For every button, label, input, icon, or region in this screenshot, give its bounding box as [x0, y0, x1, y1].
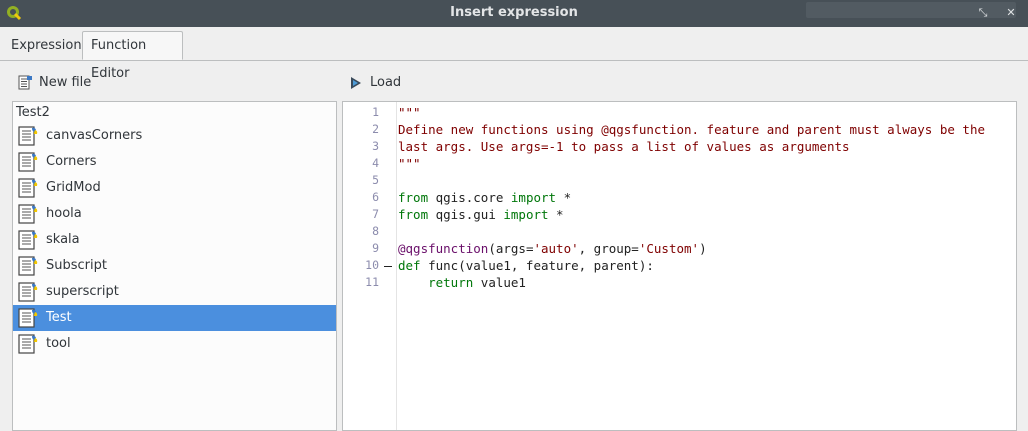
python-file-icon: [18, 334, 40, 355]
code-line[interactable]: """: [398, 156, 421, 171]
list-item-label: tool: [46, 336, 71, 351]
code-line[interactable]: @qgsfunction(args='auto', group='Custom'…: [398, 241, 707, 256]
list-item[interactable]: canvasCorners: [13, 123, 336, 149]
title-bar: Insert expression ⤡ ✕: [0, 0, 1028, 27]
function-file-list[interactable]: Test2 canvasCorners Corners GridMod hoola sk…: [12, 101, 337, 431]
load-icon: [351, 77, 361, 89]
load-label: Load: [370, 75, 402, 90]
list-item-label: Corners: [46, 154, 97, 169]
list-item-label: GridMod: [46, 180, 101, 195]
list-item[interactable]: Test: [13, 305, 336, 331]
list-item-label: hoola: [46, 206, 82, 221]
code-line[interactable]: return value1: [398, 275, 526, 290]
line-number: 3: [372, 139, 379, 153]
restore-icon[interactable]: ⤡: [976, 6, 990, 20]
code-line[interactable]: """: [398, 105, 421, 120]
list-item[interactable]: GridMod: [13, 175, 336, 201]
line-number: 8: [372, 224, 379, 238]
line-number: 10: [365, 258, 379, 272]
line-number: 9: [372, 241, 379, 255]
list-item-label: canvasCorners: [46, 128, 143, 143]
line-number: 1: [372, 105, 379, 119]
list-item-label: superscript: [46, 284, 119, 299]
list-item[interactable]: skala: [13, 227, 336, 253]
line-number: 2: [372, 122, 379, 136]
code-line[interactable]: def func(value1, feature, parent):: [398, 258, 654, 273]
tab-bar: Expression Function Editor: [0, 27, 1028, 81]
list-item[interactable]: tool: [13, 331, 336, 357]
line-number: 5: [372, 173, 379, 187]
list-group-header: Test2: [16, 105, 50, 120]
list-item-label: Test: [46, 310, 72, 325]
python-file-icon: [18, 308, 40, 329]
list-item[interactable]: superscript: [13, 279, 336, 305]
python-file-icon: [18, 152, 40, 173]
fold-marker[interactable]: [384, 266, 392, 267]
python-file-icon: [18, 204, 40, 225]
python-file-icon: [18, 230, 40, 251]
code-line[interactable]: from qgis.core import *: [398, 190, 571, 205]
tab-expression[interactable]: Expression: [3, 33, 82, 59]
python-file-icon: [18, 178, 40, 199]
code-line[interactable]: from qgis.gui import *: [398, 207, 564, 222]
line-number: 6: [372, 190, 379, 204]
new-file-icon: [18, 75, 32, 90]
close-icon[interactable]: ✕: [1004, 6, 1018, 20]
python-file-icon: [18, 126, 40, 147]
code-editor[interactable]: 1 2 3 4 5 6 7 8 9 10 11 """ Define new functions us…: [342, 101, 1017, 431]
code-line[interactable]: Define new functions using @qgsfunction.…: [398, 122, 985, 137]
python-file-icon: [18, 256, 40, 277]
list-item[interactable]: Subscript: [13, 253, 336, 279]
code-line[interactable]: last args. Use args=-1 to pass a list of…: [398, 139, 850, 154]
line-number-gutter: 1 2 3 4 5 6 7 8 9 10 11: [343, 102, 397, 430]
line-number: 11: [365, 275, 379, 289]
new-file-label: New file: [39, 75, 92, 90]
tab-function-editor[interactable]: Function Editor: [82, 31, 183, 81]
list-item[interactable]: Corners: [13, 149, 336, 175]
line-number: 4: [372, 156, 379, 170]
line-number: 7: [372, 207, 379, 221]
list-item[interactable]: hoola: [13, 201, 336, 227]
python-file-icon: [18, 282, 40, 303]
list-item-label: Subscript: [46, 258, 107, 273]
list-item-label: skala: [46, 232, 80, 247]
